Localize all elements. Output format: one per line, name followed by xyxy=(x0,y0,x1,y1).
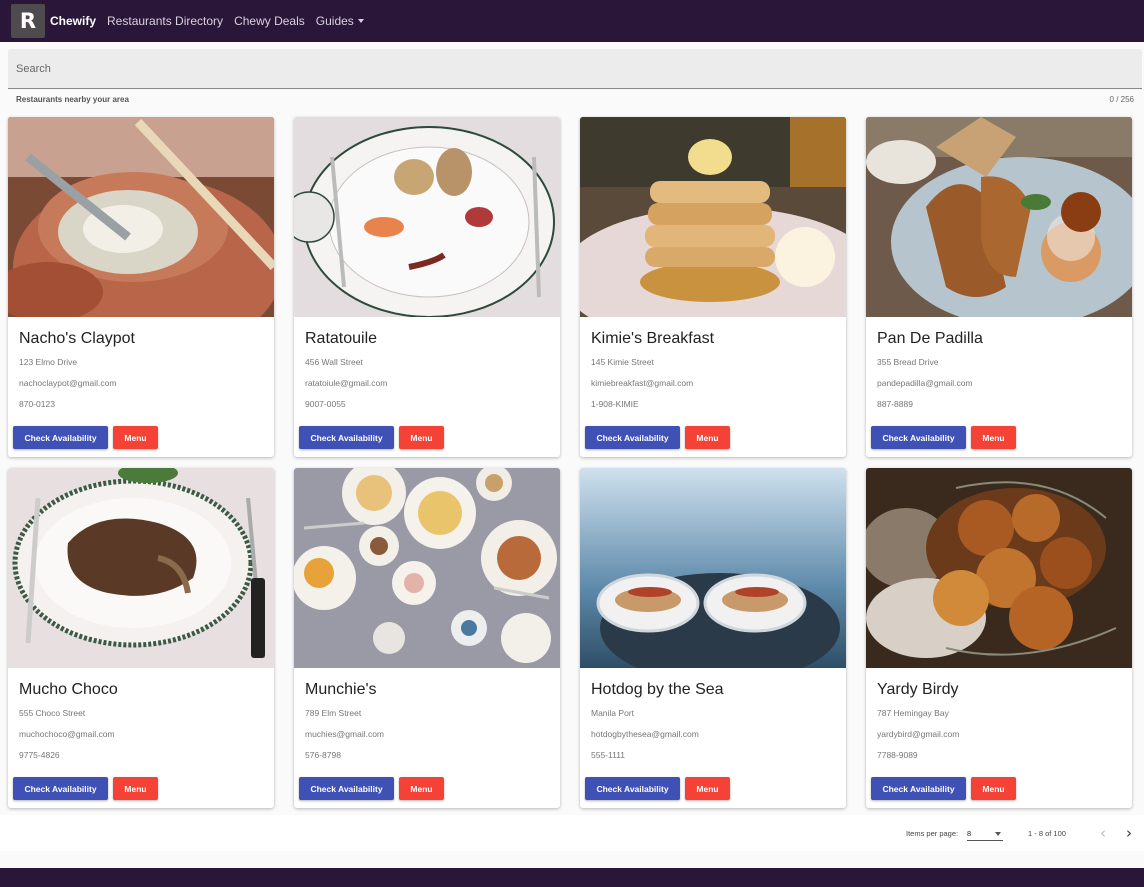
menu-button[interactable]: Menu xyxy=(971,426,1016,449)
restaurant-email: muchochoco@gmail.com xyxy=(19,729,115,739)
restaurant-grid: Nacho's Claypot 123 Elmo Drive nachoclay… xyxy=(8,117,1134,808)
search-input[interactable] xyxy=(8,49,1142,88)
chevron-right-icon: › xyxy=(1126,824,1132,842)
paginator: Items per page: 8 1 - 8 of 100 ‹ › xyxy=(0,815,1144,851)
restaurant-address: 355 Bread Drive xyxy=(877,357,939,367)
restaurant-email: ratatoiule@gmail.com xyxy=(305,378,388,388)
restaurant-phone: 555-1111 xyxy=(591,750,626,760)
restaurant-address: 123 Elmo Drive xyxy=(19,357,78,367)
brand-link[interactable]: Chewify xyxy=(50,14,96,28)
restaurant-card: Nacho's Claypot 123 Elmo Drive nachoclay… xyxy=(8,117,274,457)
nav-guides-label: Guides xyxy=(315,14,354,28)
navbar: R Chewify Restaurants Directory Chewy De… xyxy=(0,0,1144,42)
previous-page-button[interactable]: ‹ xyxy=(1093,823,1113,843)
restaurant-phone: 1-908-KIMIE xyxy=(591,399,639,409)
character-counter: 0 / 256 xyxy=(1109,95,1134,104)
restaurant-photo xyxy=(8,117,274,317)
restaurant-address: 789 Elm Street xyxy=(305,708,362,718)
next-page-button[interactable]: › xyxy=(1119,823,1139,843)
restaurant-phone: 9775-4826 xyxy=(19,750,60,760)
restaurant-name: Munchie's xyxy=(305,681,377,698)
restaurant-email: nachoclaypot@gmail.com xyxy=(19,378,117,388)
menu-button[interactable]: Menu xyxy=(971,777,1016,800)
menu-button[interactable]: Menu xyxy=(399,426,444,449)
nav-chewy-deals[interactable]: Chewy Deals xyxy=(234,14,305,28)
chevron-left-icon: ‹ xyxy=(1100,824,1106,842)
page-size-select[interactable]: 8 xyxy=(967,825,1003,841)
restaurant-name: Pan De Padilla xyxy=(877,330,983,347)
restaurant-photo xyxy=(294,468,560,668)
restaurant-phone: 7788-9089 xyxy=(877,750,918,760)
menu-button[interactable]: Menu xyxy=(113,777,158,800)
restaurant-photo xyxy=(580,468,846,668)
restaurant-photo xyxy=(866,117,1132,317)
restaurant-name: Mucho Choco xyxy=(19,681,118,698)
restaurant-address: 456 Wall Street xyxy=(305,357,363,367)
nearby-hint: Restaurants nearby your area xyxy=(16,95,129,104)
restaurant-address: 555 Choco Street xyxy=(19,708,86,718)
menu-button[interactable]: Menu xyxy=(399,777,444,800)
dropdown-arrow-icon xyxy=(995,832,1001,836)
page-range-label: 1 - 8 of 100 xyxy=(1028,829,1066,838)
restaurant-card: Kimie's Breakfast 145 Kimie Street kimie… xyxy=(580,117,846,457)
check-availability-button[interactable]: Check Availability xyxy=(13,777,108,800)
restaurant-phone: 870-0123 xyxy=(19,399,55,409)
restaurant-email: yardybird@gmail.com xyxy=(877,729,960,739)
restaurant-email: muchies@gmail.com xyxy=(305,729,385,739)
menu-button[interactable]: Menu xyxy=(685,426,730,449)
check-availability-button[interactable]: Check Availability xyxy=(299,777,394,800)
restaurant-card: Hotdog by the Sea Manila Port hotdogbyth… xyxy=(580,468,846,808)
page-size-value: 8 xyxy=(967,829,972,838)
restaurant-photo xyxy=(866,468,1132,668)
restaurant-name: Kimie's Breakfast xyxy=(591,330,715,347)
restaurant-phone: 9007-0055 xyxy=(305,399,346,409)
app-logo[interactable]: R xyxy=(11,4,45,38)
restaurant-email: hotdogbythesea@gmail.com xyxy=(591,729,699,739)
restaurant-address: Manila Port xyxy=(591,708,634,718)
restaurant-photo xyxy=(294,117,560,317)
restaurant-phone: 887-8889 xyxy=(877,399,913,409)
check-availability-button[interactable]: Check Availability xyxy=(585,426,680,449)
restaurant-name: Nacho's Claypot xyxy=(19,330,135,347)
check-availability-button[interactable]: Check Availability xyxy=(871,777,966,800)
restaurant-name: Hotdog by the Sea xyxy=(591,681,724,698)
restaurant-card: Munchie's 789 Elm Street muchies@gmail.c… xyxy=(294,468,560,808)
caret-down-icon xyxy=(357,19,364,23)
restaurant-address: 145 Kimie Street xyxy=(591,357,654,367)
menu-button[interactable]: Menu xyxy=(685,777,730,800)
restaurant-card: Ratatouile 456 Wall Street ratatoiule@gm… xyxy=(294,117,560,457)
nav-guides-dropdown[interactable]: Guides xyxy=(316,14,364,28)
items-per-page-label: Items per page: xyxy=(906,829,959,838)
restaurant-name: Ratatouile xyxy=(305,330,378,347)
check-availability-button[interactable]: Check Availability xyxy=(871,426,966,449)
restaurant-address: 787 Hemingay Bay xyxy=(877,708,949,718)
check-availability-button[interactable]: Check Availability xyxy=(585,777,680,800)
nav-restaurants-directory[interactable]: Restaurants Directory xyxy=(107,14,223,28)
restaurant-photo xyxy=(580,117,846,317)
restaurant-email: pandepadilla@gmail.com xyxy=(877,378,973,388)
restaurant-phone: 576-8798 xyxy=(305,750,341,760)
restaurant-email: kimiebreakfast@gmail.com xyxy=(591,378,694,388)
search-field xyxy=(8,49,1142,89)
menu-button[interactable]: Menu xyxy=(113,426,158,449)
restaurant-card: Mucho Choco 555 Choco Street muchochoco@… xyxy=(8,468,274,808)
check-availability-button[interactable]: Check Availability xyxy=(13,426,108,449)
restaurant-card: Yardy Birdy 787 Hemingay Bay yardybird@g… xyxy=(866,468,1132,808)
restaurant-photo xyxy=(8,468,274,668)
footer-bar xyxy=(0,868,1144,887)
restaurant-card: Pan De Padilla 355 Bread Drive pandepadi… xyxy=(866,117,1132,457)
restaurant-name: Yardy Birdy xyxy=(877,681,959,698)
check-availability-button[interactable]: Check Availability xyxy=(299,426,394,449)
